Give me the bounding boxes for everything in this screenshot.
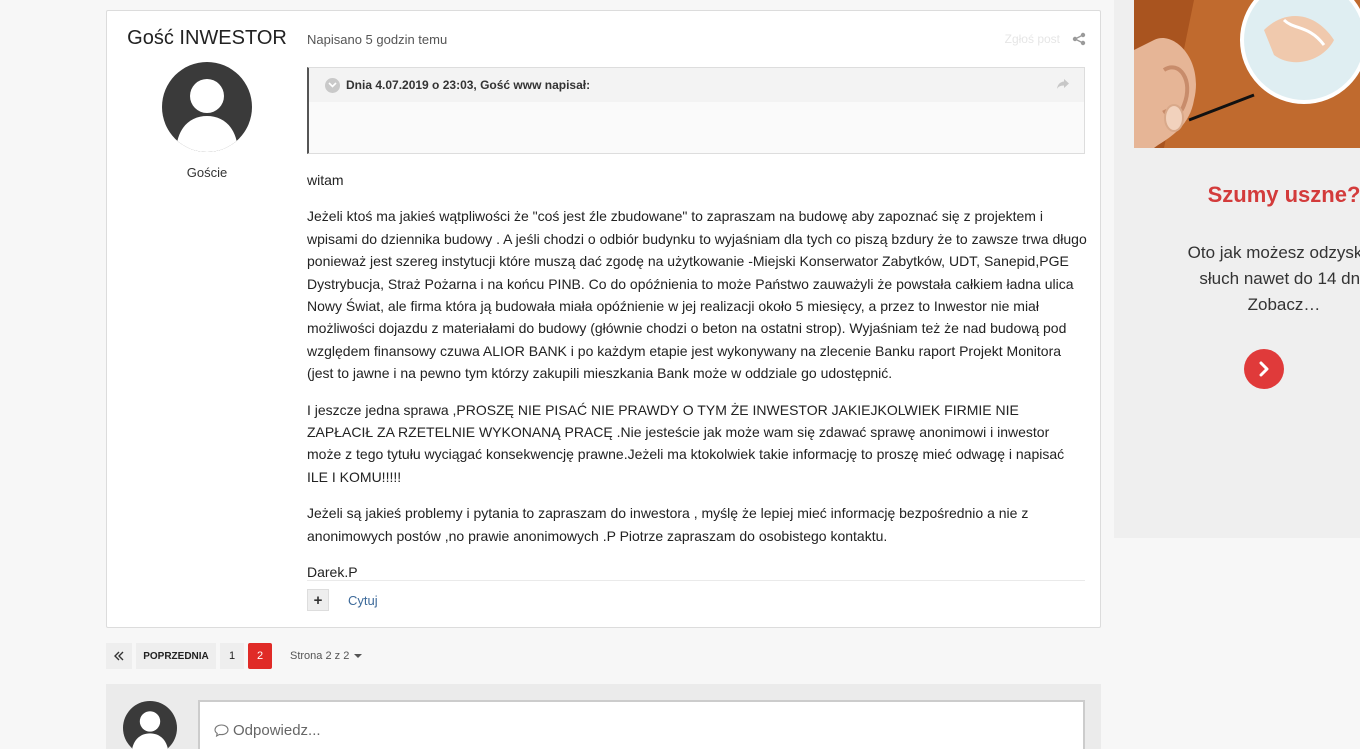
page-2-button[interactable]: 2 xyxy=(248,643,272,669)
post-paragraph: witam xyxy=(307,172,344,188)
post-paragraph: I jeszcze jedna sprawa ,PROSZĘ NIE PISAĆ… xyxy=(307,401,1065,485)
sidebar-ad[interactable]: Szumy uszne? Oto jak możesz odzyskać słu… xyxy=(1114,0,1360,538)
first-page-button[interactable] xyxy=(106,643,132,669)
page-info-label: Strona 2 z 2 xyxy=(290,650,350,662)
ad-text-line: Oto jak możesz odzyskać xyxy=(1187,243,1360,262)
reply-area: Odpowiedz... xyxy=(106,684,1101,749)
divider xyxy=(307,580,1085,581)
ear-cleaning-illustration xyxy=(1134,0,1360,148)
user-silhouette-icon xyxy=(132,711,168,749)
current-user-avatar xyxy=(123,701,177,749)
pagination: POPRZEDNIA 1 2 Strona 2 z 2 xyxy=(106,643,363,669)
post-timestamp[interactable]: Napisano 5 godzin temu xyxy=(307,32,447,47)
quote-block: Dnia 4.07.2019 o 23:03, Gość www napisał… xyxy=(307,67,1085,154)
author-group: Goście xyxy=(186,165,228,180)
author-avatar[interactable] xyxy=(162,62,252,152)
quote-header-text: Dnia 4.07.2019 o 23:03, Gość www napisał… xyxy=(346,78,591,92)
previous-page-button[interactable]: POPRZEDNIA xyxy=(136,643,216,669)
reply-input[interactable]: Odpowiedz... xyxy=(198,700,1085,749)
ad-arrow-button[interactable] xyxy=(1244,349,1284,389)
post-content: witam Jeżeli ktoś ma jakieś wątpliwości … xyxy=(307,169,1087,598)
user-silhouette-icon xyxy=(176,79,238,152)
ad-title[interactable]: Szumy uszne? xyxy=(1134,182,1360,208)
quote-button[interactable]: Cytuj xyxy=(348,593,378,608)
page-1-button[interactable]: 1 xyxy=(220,643,244,669)
speech-bubble-icon xyxy=(214,724,229,737)
post-card: Gość INWESTOR Goście Napisano 5 godzin t… xyxy=(106,10,1101,628)
reply-placeholder: Odpowiedz... xyxy=(233,722,321,739)
author-name[interactable]: Gość INWESTOR xyxy=(107,27,307,50)
post-paragraph: Jeżeli ktoś ma jakieś wątpliwości że "co… xyxy=(307,208,1087,382)
multiquote-button[interactable]: + xyxy=(307,589,329,611)
report-post-link[interactable]: Zgłoś post xyxy=(1005,32,1060,46)
post-paragraph: Jeżeli są jakieś problemy i pytania to z… xyxy=(307,505,1029,544)
share-icon[interactable] xyxy=(1072,32,1086,46)
ad-text: Oto jak możesz odzyskać słuch nawet do 1… xyxy=(1114,240,1360,318)
chevron-down-icon[interactable] xyxy=(325,77,340,93)
chevron-right-icon xyxy=(1259,361,1269,377)
ad-text-line: Zobacz… xyxy=(1247,295,1321,314)
ad-image[interactable] xyxy=(1134,0,1360,148)
page-jump-dropdown[interactable]: Strona 2 z 2 xyxy=(290,650,363,662)
double-chevron-left-icon xyxy=(114,651,124,661)
quote-header: Dnia 4.07.2019 o 23:03, Gość www napisał… xyxy=(309,68,1084,102)
caret-down-icon xyxy=(354,654,363,658)
ad-text-line: słuch nawet do 14 dni! xyxy=(1199,269,1360,288)
quote-share-arrow-icon[interactable] xyxy=(1056,78,1070,90)
